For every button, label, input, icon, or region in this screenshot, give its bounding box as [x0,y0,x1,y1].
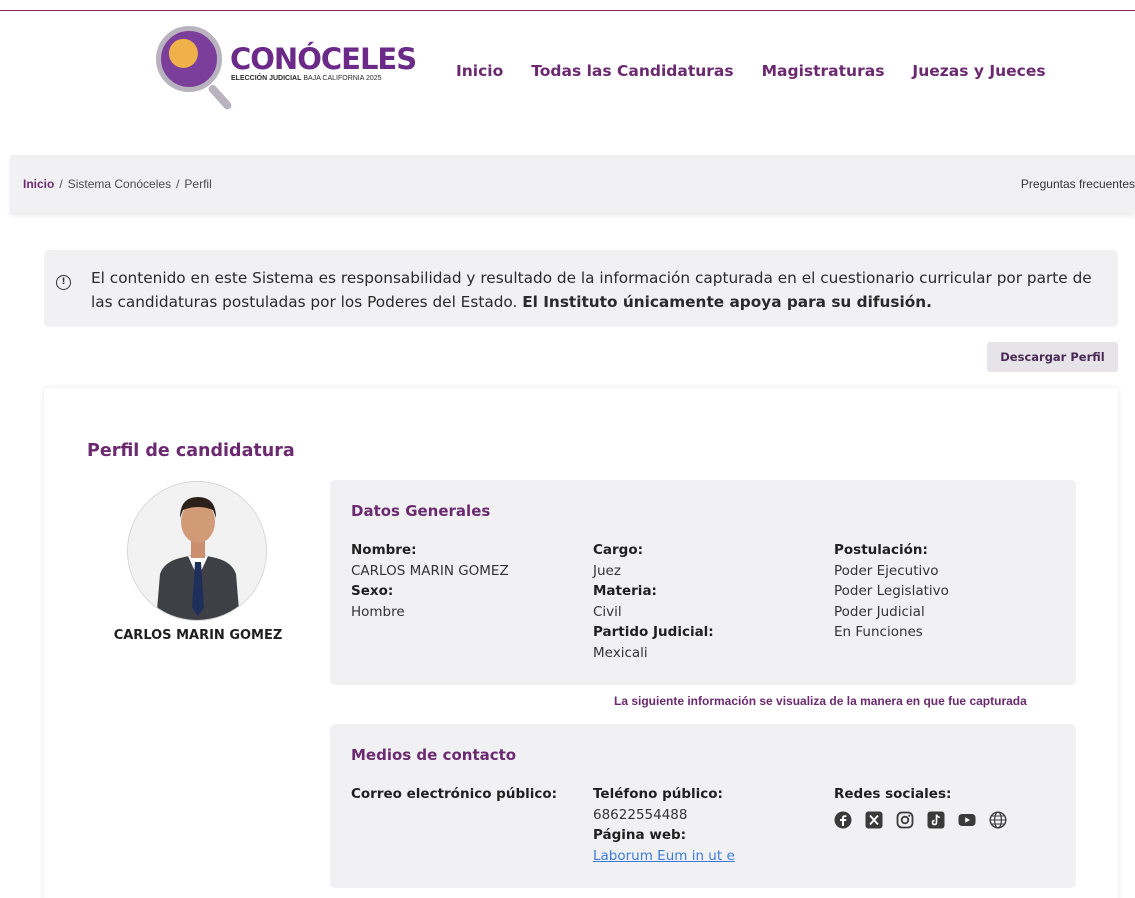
breadcrumb: Inicio / Sistema Conóceles / Perfil [23,177,212,191]
general-col-1: Nombre: CARLOS MARIN GOMEZ Sexo: Hombre [351,540,509,622]
top-divider [0,10,1135,11]
magnifier-icon [156,26,222,92]
profile-title: Perfil de candidatura [87,441,295,461]
general-col-2: Cargo: Juez Materia: Civil Partido Judic… [593,540,714,663]
instagram-icon[interactable] [896,811,914,829]
postulacion-item: En Funciones [834,624,923,640]
breadcrumb-perfil: Perfil [184,177,212,191]
notice-text: El contenido en este Sistema es responsa… [91,269,1092,311]
facebook-icon[interactable] [834,811,852,829]
site-logo[interactable]: CONÓCELES ELECCIÓN JUDICIAL BAJA CALIFOR… [156,24,418,120]
cargo-value: Juez [593,562,621,579]
general-data-panel: Datos Generales Nombre: CARLOS MARIN GOM… [330,480,1076,685]
sexo-label: Sexo: [351,583,394,599]
youtube-icon[interactable] [958,811,976,829]
capture-note: La siguiente información se visualiza de… [614,694,1027,708]
disclaimer-notice: ! El contenido en este Sistema es respon… [44,250,1118,327]
phone-value: 68622554488 [593,806,688,823]
materia-value: Civil [593,603,622,620]
nav-todas-candidaturas[interactable]: Todas las Candidaturas [531,62,733,80]
tiktok-icon[interactable] [927,811,945,829]
email-label: Correo electrónico público: [351,786,558,802]
candidate-name: CARLOS MARIN GOMEZ [113,628,283,643]
materia-label: Materia: [593,583,657,599]
magnifier-handle [207,83,234,111]
web-link[interactable]: Laborum Eum in ut e [593,846,735,867]
faq-link[interactable]: Preguntas frecuentes [1021,177,1135,191]
nav-inicio[interactable]: Inicio [456,62,503,80]
download-profile-button[interactable]: Descargar Perfil [987,342,1118,372]
nav-juezas-jueces[interactable]: Juezas y Jueces [912,62,1045,80]
postulacion-item: Poder Ejecutivo [834,562,939,579]
x-icon[interactable] [865,811,883,829]
general-data-title: Datos Generales [351,502,491,520]
candidate-photo [127,481,267,621]
nombre-label: Nombre: [351,542,417,558]
info-icon: ! [56,275,71,290]
nombre-value: CARLOS MARIN GOMEZ [351,562,509,579]
breadcrumb-separator: / [176,177,180,191]
sexo-value: Hombre [351,603,405,620]
breadcrumb-sistema[interactable]: Sistema Conóceles [68,177,171,191]
general-col-3: Postulación: Poder Ejecutivo Poder Legis… [834,540,949,643]
main-nav: Inicio Todas las Candidaturas Magistratu… [456,62,1046,80]
web-label: Página web: [593,827,687,843]
logo-subtitle: ELECCIÓN JUDICIAL BAJA CALIFORNIA 2025 [231,75,382,82]
contact-col-2: Teléfono público: 68622554488 Página web… [593,784,735,866]
partido-label: Partido Judicial: [593,624,714,640]
contact-panel: Medios de contacto Correo electrónico pú… [330,724,1076,888]
contact-col-1: Correo electrónico público: [351,784,557,805]
cargo-label: Cargo: [593,542,644,558]
globe-icon[interactable] [989,810,1007,829]
notice-bold-text: El Instituto únicamente apoya para su di… [522,293,932,311]
postulacion-item: Poder Legislativo [834,583,949,599]
partido-value: Mexicali [593,644,648,661]
logo-title: CONÓCELES [230,42,417,76]
phone-label: Teléfono público: [593,786,723,802]
postulacion-item: Poder Judicial [834,603,925,620]
postulacion-label: Postulación: [834,542,928,558]
social-icons [834,810,1007,829]
social-label: Redes sociales: [834,786,952,802]
breadcrumb-home[interactable]: Inicio [23,177,54,191]
contact-col-3: Redes sociales: [834,784,1007,829]
breadcrumb-separator: / [59,177,63,191]
contact-title: Medios de contacto [351,746,517,764]
nav-magistraturas[interactable]: Magistraturas [762,62,885,80]
